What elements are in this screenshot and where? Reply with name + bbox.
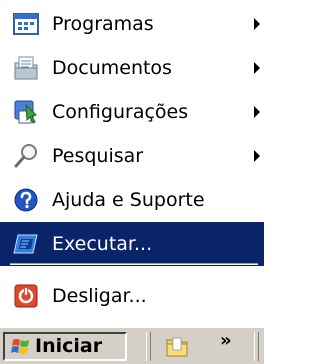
submenu-arrow-icon [254, 150, 260, 162]
menu-item-configuracoes[interactable]: Configurações [0, 90, 264, 134]
search-icon [12, 142, 40, 170]
start-button-label: Iniciar [35, 335, 103, 357]
run-icon [12, 230, 40, 258]
menu-item-label: Executar... [52, 233, 153, 255]
menu-item-label: Desligar... [52, 285, 147, 307]
menu-item-label: Programas [52, 13, 154, 35]
submenu-arrow-icon [254, 62, 260, 74]
menu-item-ajuda[interactable]: Ajuda e Suporte [0, 178, 264, 222]
submenu-arrow-icon [254, 106, 260, 118]
settings-icon [12, 98, 40, 126]
menu-item-desligar[interactable]: Desligar... [0, 274, 264, 318]
menu-item-executar[interactable]: Executar... [0, 222, 264, 266]
help-icon [12, 186, 40, 214]
menu-item-label: Documentos [52, 57, 172, 79]
quick-launch-overflow-button[interactable]: » [220, 330, 232, 351]
start-button[interactable]: Iniciar [3, 332, 127, 361]
taskbar: Iniciar » [0, 327, 264, 364]
shutdown-icon [12, 282, 40, 310]
menu-separator [10, 263, 258, 265]
toolbar-grip[interactable] [254, 332, 259, 361]
submenu-arrow-icon [254, 18, 260, 30]
menu-item-pesquisar[interactable]: Pesquisar [0, 134, 264, 178]
toolbar-grip[interactable] [146, 332, 151, 361]
menu-item-programas[interactable]: Programas [0, 2, 264, 46]
start-menu: Programas Documentos Configurações Pesqu… [0, 0, 264, 327]
menu-item-documentos[interactable]: Documentos [0, 46, 264, 90]
menu-item-label: Configurações [52, 101, 189, 123]
documents-icon [12, 54, 40, 82]
menu-item-label: Pesquisar [52, 145, 144, 167]
programs-icon [12, 10, 40, 38]
windows-flag-icon [11, 339, 29, 354]
folder-icon[interactable] [165, 335, 189, 359]
menu-item-label: Ajuda e Suporte [52, 189, 205, 211]
